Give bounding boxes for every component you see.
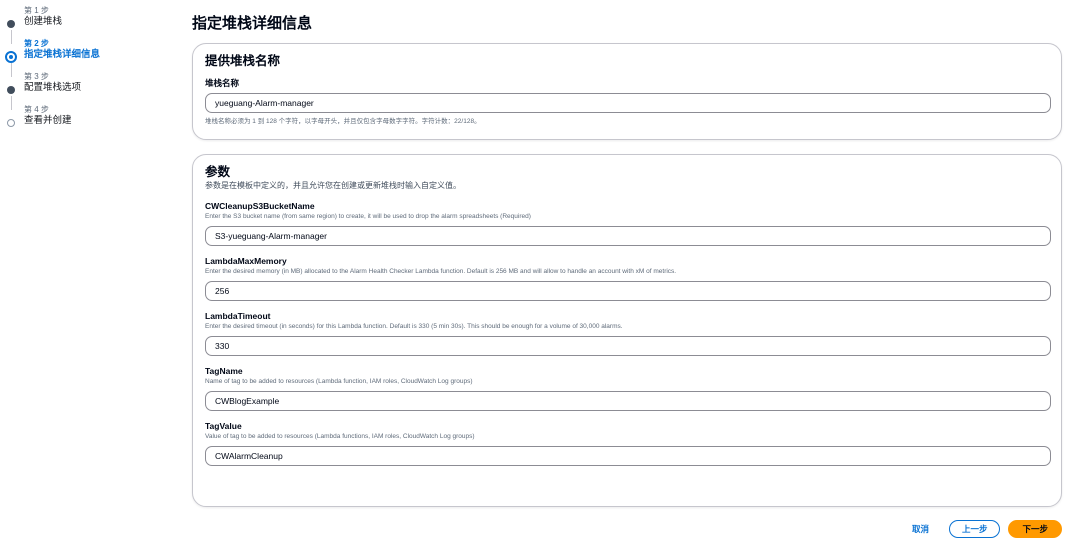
param-tagname: TagName Name of tag to be added to resou… [205, 366, 1051, 411]
param-label: CWCleanupS3BucketName [205, 201, 315, 211]
step-3[interactable]: 第 3 步 配置堆栈选项 [6, 72, 166, 110]
param-label: LambdaMaxMemory [205, 256, 287, 266]
param-value: CWAlarmCleanup [215, 451, 283, 461]
stack-name-value: yueguang-Alarm-manager [215, 98, 314, 108]
param-description: Value of tag to be added to resources (L… [205, 433, 475, 440]
step-1-title[interactable]: 创建堆栈 [24, 16, 166, 28]
param-description: Enter the desired memory (in MB) allocat… [205, 268, 677, 275]
step-3-indicator-icon [7, 86, 15, 94]
stack-name-heading: 提供堆栈名称 [205, 54, 281, 68]
param-description: Enter the S3 bucket name (from same regi… [205, 213, 531, 220]
param-tagvalue: TagValue Value of tag to be added to res… [205, 421, 1051, 466]
step-2-title[interactable]: 指定堆栈详细信息 [24, 49, 166, 61]
previous-button[interactable]: 上一步 [948, 520, 1001, 538]
step-4-title: 查看并创建 [24, 115, 72, 126]
wizard-steps: 第 1 步 创建堆栈 第 2 步 指定堆栈详细信息 第 3 步 配置堆栈选项 第… [5, 6, 166, 138]
step-1[interactable]: 第 1 步 创建堆栈 [6, 6, 166, 44]
parameters-panel: 参数 参数是在模板中定义的，并且允许您在创建或更新堆栈时输入自定义值。 CWCl… [192, 154, 1062, 507]
param-description: Enter the desired timeout (in seconds) f… [205, 323, 623, 330]
step-1-number: 第 1 步 [24, 6, 49, 15]
param-label: LambdaTimeout [205, 311, 271, 321]
param-value: CWBlogExample [215, 396, 280, 406]
param-lambdatimeout: LambdaTimeout Enter the desired timeout … [205, 311, 1051, 356]
step-3-number: 第 3 步 [24, 72, 49, 81]
step-3-title[interactable]: 配置堆栈选项 [24, 82, 166, 94]
cwcleanups3bucketname-input[interactable]: S3-yueguang-Alarm-manager [205, 226, 1051, 246]
step-2[interactable]: 第 2 步 指定堆栈详细信息 [5, 39, 166, 77]
parameters-description: 参数是在模板中定义的，并且允许您在创建或更新堆栈时输入自定义值。 [205, 181, 461, 190]
tagname-input[interactable]: CWBlogExample [205, 391, 1051, 411]
param-label: TagName [205, 366, 243, 376]
param-description: Name of tag to be added to resources (La… [205, 378, 473, 385]
param-cwcleanups3bucketname: CWCleanupS3BucketName Enter the S3 bucke… [205, 201, 1051, 246]
stack-name-label: 堆栈名称 [205, 78, 240, 88]
next-button[interactable]: 下一步 [1008, 520, 1062, 538]
step-1-indicator-icon [7, 20, 15, 28]
param-value: 330 [215, 341, 230, 351]
param-lambdamaxmemory: LambdaMaxMemory Enter the desired memory… [205, 256, 1051, 301]
lambdatimeout-input[interactable]: 330 [205, 336, 1051, 356]
stack-name-input[interactable]: yueguang-Alarm-manager [205, 93, 1051, 113]
param-label: TagValue [205, 421, 242, 431]
lambdamaxmemory-input[interactable]: 256 [205, 281, 1051, 301]
stack-name-panel: 提供堆栈名称 堆栈名称 yueguang-Alarm-manager 堆栈名称必… [192, 43, 1062, 140]
wizard-footer: 取消 上一步 下一步 [912, 520, 1062, 538]
step-4-number: 第 4 步 [24, 105, 49, 114]
step-2-indicator-icon [5, 51, 17, 63]
step-2-number: 第 2 步 [24, 39, 49, 48]
step-4: 第 4 步 查看并创建 [6, 105, 166, 127]
param-value: 256 [215, 286, 230, 296]
stack-name-hint: 堆栈名称必须为 1 到 128 个字符，以字母开头，并且仅包含字母数字字符。字符… [205, 118, 481, 125]
parameters-heading: 参数 [205, 165, 231, 179]
param-value: S3-yueguang-Alarm-manager [215, 231, 327, 241]
tagvalue-input[interactable]: CWAlarmCleanup [205, 446, 1051, 466]
step-4-indicator-icon [7, 119, 15, 127]
page-title: 指定堆栈详细信息 [192, 15, 313, 32]
cancel-button[interactable]: 取消 [912, 523, 929, 535]
